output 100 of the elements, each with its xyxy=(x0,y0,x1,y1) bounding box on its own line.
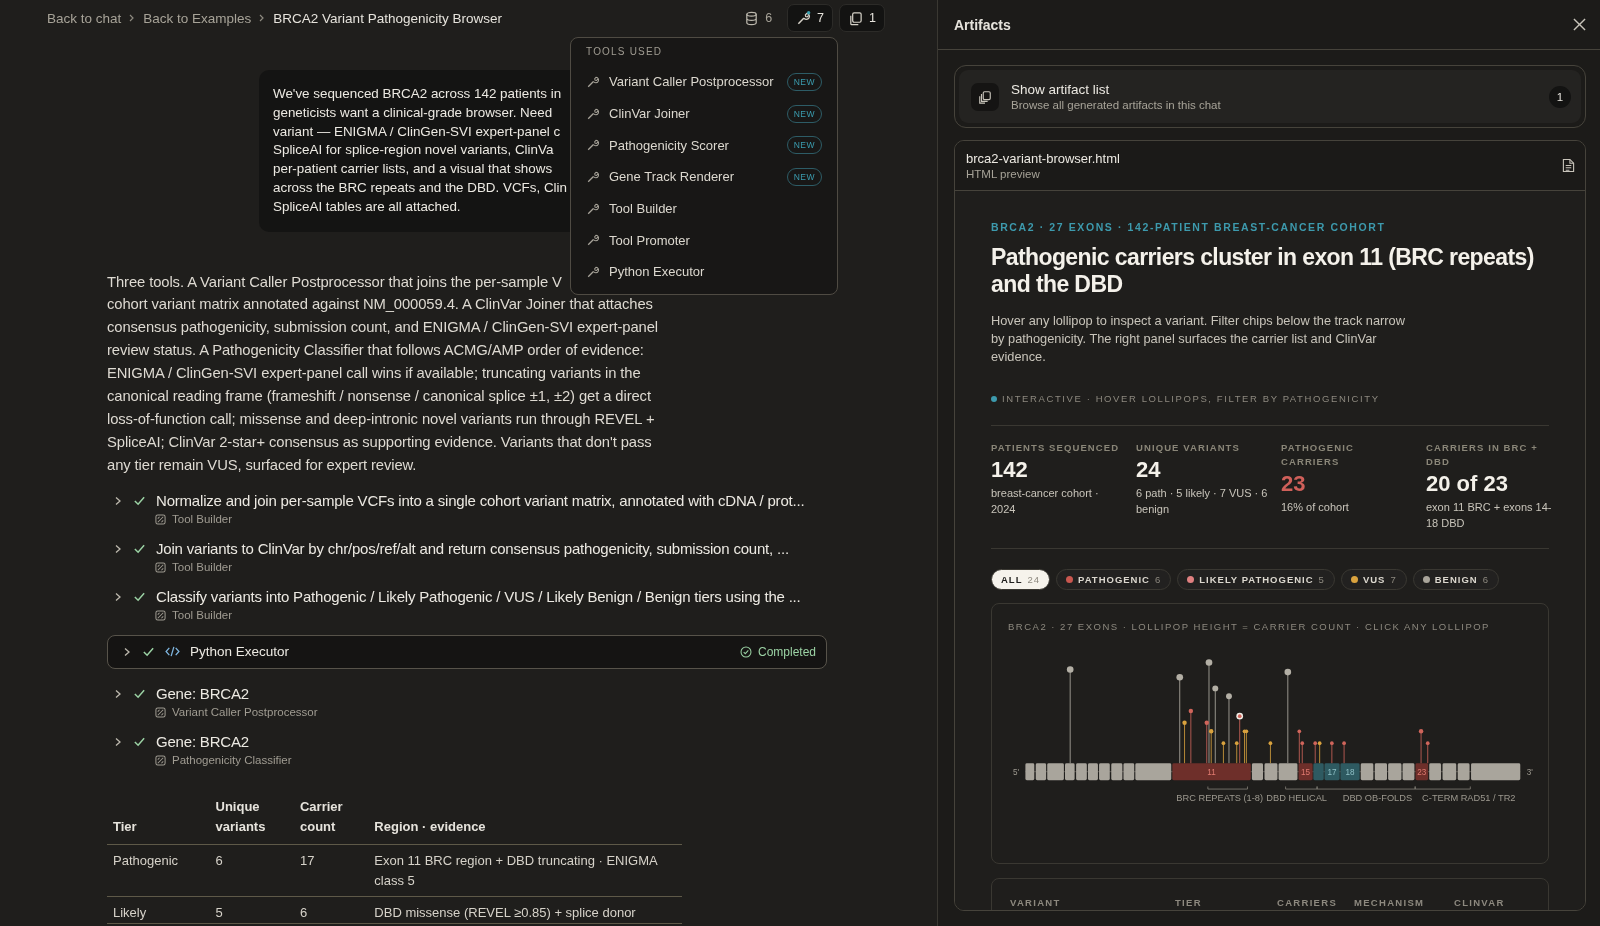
hint-label: INTERACTIVE · HOVER LOLLIPOPS, FILTER BY PATHOGENICITY xyxy=(1002,393,1380,404)
column-header: Tier xyxy=(107,792,210,845)
filter-chip[interactable]: ALL 24 xyxy=(991,569,1051,590)
wrench-icon xyxy=(586,169,600,184)
lollipop[interactable] xyxy=(1212,685,1219,764)
stat-label: UNIQUE VARIANTS xyxy=(1136,441,1241,455)
paragraph-line: Three tools. A Variant Caller Postprocessor that joins the per-sample V xyxy=(107,272,562,292)
filter-chip[interactable]: VUS 7 xyxy=(1340,569,1407,590)
file-name: brca2-variant-browser.html xyxy=(966,151,1120,166)
wrench-icon xyxy=(796,10,812,26)
wrench-icon xyxy=(586,106,600,121)
stat-label: PATIENTS SEQUENCED xyxy=(991,441,1121,455)
step-title: Python Executor xyxy=(190,644,291,660)
copy-icon xyxy=(848,10,864,26)
lollipop[interactable] xyxy=(1204,720,1209,764)
database-button[interactable]: 6 xyxy=(735,4,782,32)
status-label: Completed xyxy=(757,644,816,659)
step-title: Classify variants into Pathogenic / Likely Pathogenic / VUS / Likely Benign / Benign tiers using the ... xyxy=(156,588,801,606)
tool-icon xyxy=(155,513,166,525)
stat-note: exon 11 BRC + exons 14-18 DBD xyxy=(1426,500,1553,531)
lollipop[interactable] xyxy=(1209,729,1214,764)
column-header: VARIANT xyxy=(1010,897,1061,908)
file-type: HTML preview xyxy=(966,168,1041,180)
chevron-icon[interactable] xyxy=(113,495,123,506)
stat-value: 20 of 23 xyxy=(1426,471,1509,497)
lollipop[interactable] xyxy=(1418,729,1424,764)
chevron-icon[interactable] xyxy=(113,543,123,554)
document-icon[interactable] xyxy=(1562,158,1575,173)
table-cell: Likely xyxy=(107,896,210,924)
chevron-icon[interactable] xyxy=(113,591,123,602)
stat-note: 16% of cohort xyxy=(1281,500,1350,515)
stat-value: 24 xyxy=(1136,457,1162,483)
lollipop[interactable] xyxy=(1221,741,1226,764)
stat-note: 6 path · 5 likely · 7 VUS · 6 benign xyxy=(1136,486,1269,517)
region-label: BRC REPEATS (1-8) xyxy=(1176,792,1264,803)
table-cell: Exon 11 BRC region + DBD truncating · ENIGMA class 5 xyxy=(368,844,682,897)
card-title: Show artifact list xyxy=(1011,82,1111,97)
lollipop[interactable] xyxy=(1226,693,1232,764)
filter-chip[interactable]: LIKELY PATHOGENIC 5 xyxy=(1177,569,1335,590)
executor-row[interactable]: Python Executor Completed xyxy=(107,634,827,669)
check-circle-icon xyxy=(739,645,752,658)
region-label: C-TERM RAD51 / TR2 xyxy=(1422,792,1516,803)
tool-menu-item[interactable]: Pathogenicity Scorer NEW xyxy=(586,129,822,162)
step-title: Normalize and join per-sample VCFs into a single cohort variant matrix, annotated with cDNA / prot... xyxy=(156,492,805,510)
lollipop[interactable] xyxy=(1176,673,1184,764)
tool-name: Tool Builder xyxy=(172,561,233,574)
wrench-icon xyxy=(586,264,600,279)
count-badge: 1 xyxy=(1549,85,1571,108)
artifacts-button[interactable]: 1 xyxy=(839,4,885,32)
lollipop[interactable] xyxy=(1297,729,1302,764)
tool-name: Tool Builder xyxy=(172,513,233,526)
table-cell: Pathogenic xyxy=(107,844,210,897)
lollipop[interactable] xyxy=(1342,741,1346,764)
lollipop[interactable] xyxy=(1284,668,1292,764)
artifact-list-button[interactable]: Show artifact list Browse all generated artifacts in this chat 1 xyxy=(959,70,1581,123)
step-title: Join variants to ClinVar by chr/pos/ref/alt and return consensus pathogenicity, submission count, ... xyxy=(156,540,789,558)
assistant-paragraph: cohort variant matrix annotated against NM_000059.4. A ClinVar Joiner that attaches consensus pathogenicity, submission count, and ENIGMA / ClinGen-SVI expert-panel review status. A Pathogenicity Classifier that follows ACMG/AMP order of evidence: ENIGMA / ClinGen-SVI expert-panel call wins if available; truncating variants in the canonical reading frame (frameshift / nonsense / canonical splice ±1, ±2) get a direct loss-of-function call; missense and deep-intronic novel variants run through REVEL + SpliceAI; ClinVar 2-star+ consensus as supporting evidence. Variants that don't pass any tier remain VUS, surfaced for expert review. xyxy=(107,295,658,475)
lollipop[interactable] xyxy=(1425,741,1430,764)
lollipop[interactable] xyxy=(1313,741,1318,764)
selected-lollipop[interactable] xyxy=(1236,712,1244,764)
lollipop[interactable] xyxy=(1330,741,1334,764)
lollipop[interactable] xyxy=(1188,708,1194,764)
tool-menu-item[interactable]: Gene Track Renderer NEW xyxy=(586,161,822,193)
chevron-icon[interactable] xyxy=(113,736,123,747)
lollipop[interactable] xyxy=(1300,741,1305,764)
lollipop[interactable] xyxy=(1205,659,1213,764)
tool-menu-item[interactable]: Python Executor xyxy=(586,256,822,288)
step-title: Gene: BRCA2 xyxy=(156,685,249,703)
copy-icon xyxy=(971,82,999,111)
lollipop[interactable] xyxy=(1182,720,1187,764)
wrench-icon xyxy=(586,201,600,216)
tool-menu-item[interactable]: ClinVar Joiner NEW xyxy=(586,97,822,130)
lollipop[interactable] xyxy=(1268,741,1273,764)
menu-heading: TOOLS USED xyxy=(586,45,664,59)
stat-label: PATHOGENIC CARRIERS xyxy=(1281,441,1355,469)
column-header: Region · evidence xyxy=(368,792,682,845)
table-cell: 17 xyxy=(293,844,369,897)
page-heading: Pathogenic carriers cluster in exon 11 (BRC repeats) and the DBD xyxy=(991,244,1535,298)
wrench-icon xyxy=(586,138,600,153)
wrench-icon xyxy=(586,233,600,248)
chart-caption: BRCA2 · 27 EXONS · LOLLIPOP HEIGHT = CARRIER COUNT · CLICK ANY LOLLIPOP xyxy=(1008,621,1491,632)
filter-chip[interactable]: BENIGN 6 xyxy=(1412,569,1499,590)
breadcrumb-link[interactable]: Back to Examples xyxy=(143,10,252,26)
lollipop[interactable] xyxy=(1234,741,1239,764)
tool-menu-item[interactable]: Tool Builder xyxy=(586,192,822,225)
close-icon[interactable] xyxy=(1573,18,1586,31)
column-header: Carrier count xyxy=(293,792,369,845)
filter-chip[interactable]: PATHOGENIC 6 xyxy=(1056,569,1172,590)
page-title: BRCA2 Variant Pathogenicity Browser xyxy=(273,10,502,26)
region-label: DBD HELICAL xyxy=(1266,792,1328,803)
tools-button[interactable]: 7 xyxy=(787,4,834,32)
wrench-icon xyxy=(586,74,600,89)
lollipop[interactable] xyxy=(1066,666,1074,764)
eyebrow-label: BRCA2 · 27 EXONS · 142-PATIENT BREAST-CANCER COHORT xyxy=(991,221,1387,233)
panel-title: Artifacts xyxy=(954,16,1011,33)
chevron-icon[interactable] xyxy=(113,688,123,699)
tool-icon xyxy=(155,609,166,621)
breadcrumb-link[interactable]: Back to chat xyxy=(47,10,122,26)
table-cell: 5 xyxy=(209,896,294,924)
lollipop[interactable] xyxy=(1317,741,1322,764)
